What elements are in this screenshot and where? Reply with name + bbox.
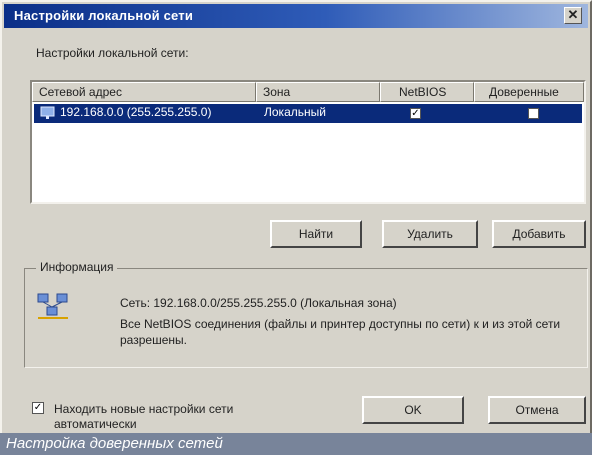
column-header-trusted[interactable]: Доверенные xyxy=(474,82,584,102)
title-bar[interactable]: Настройки локальной сети ✕ xyxy=(4,4,588,28)
ok-button[interactable]: OK xyxy=(362,396,464,424)
row-zone: Локальный xyxy=(264,105,326,119)
trusted-checkbox[interactable] xyxy=(528,108,539,119)
network-icon xyxy=(40,106,55,119)
cancel-button[interactable]: Отмена xyxy=(488,396,586,424)
column-header-netbios[interactable]: NetBIOS xyxy=(380,82,474,102)
section-label: Настройки локальной сети: xyxy=(36,46,189,60)
settings-dialog: Настройки локальной сети ✕ Настройки лок… xyxy=(0,0,592,455)
info-network: Сеть: 192.168.0.0/255.255.255.0 (Локальн… xyxy=(120,296,397,310)
column-header-address[interactable]: Сетевой адрес xyxy=(32,82,256,102)
find-button[interactable]: Найти xyxy=(270,220,362,248)
caption-bar: Настройка доверенных сетей xyxy=(0,433,592,455)
add-button[interactable]: Добавить xyxy=(492,220,586,248)
list-header: Сетевой адрес Зона NetBIOS Доверенные xyxy=(32,82,584,102)
info-legend: Информация xyxy=(36,260,118,274)
close-button[interactable]: ✕ xyxy=(564,7,582,24)
close-icon: ✕ xyxy=(567,7,579,22)
row-address: 192.168.0.0 (255.255.255.0) xyxy=(60,105,212,119)
netbios-checkbox[interactable]: ✓ xyxy=(410,108,421,119)
window-title: Настройки локальной сети xyxy=(14,8,194,23)
autodetect-checkbox[interactable]: ✓ xyxy=(32,402,44,414)
column-header-zone[interactable]: Зона xyxy=(256,82,380,102)
network-list[interactable]: Сетевой адрес Зона NetBIOS Доверенные 19… xyxy=(30,80,586,204)
autodetect-label[interactable]: Находить новые настройки сети автоматиче… xyxy=(54,402,304,432)
delete-button[interactable]: Удалить xyxy=(382,220,478,248)
local-network-icon xyxy=(37,293,68,319)
caption: Настройка доверенных сетей xyxy=(6,435,223,452)
table-row[interactable]: 192.168.0.0 (255.255.255.0) Локальный ✓ xyxy=(34,104,582,123)
info-description: Все NetBIOS соединения (файлы и принтер … xyxy=(120,317,561,347)
